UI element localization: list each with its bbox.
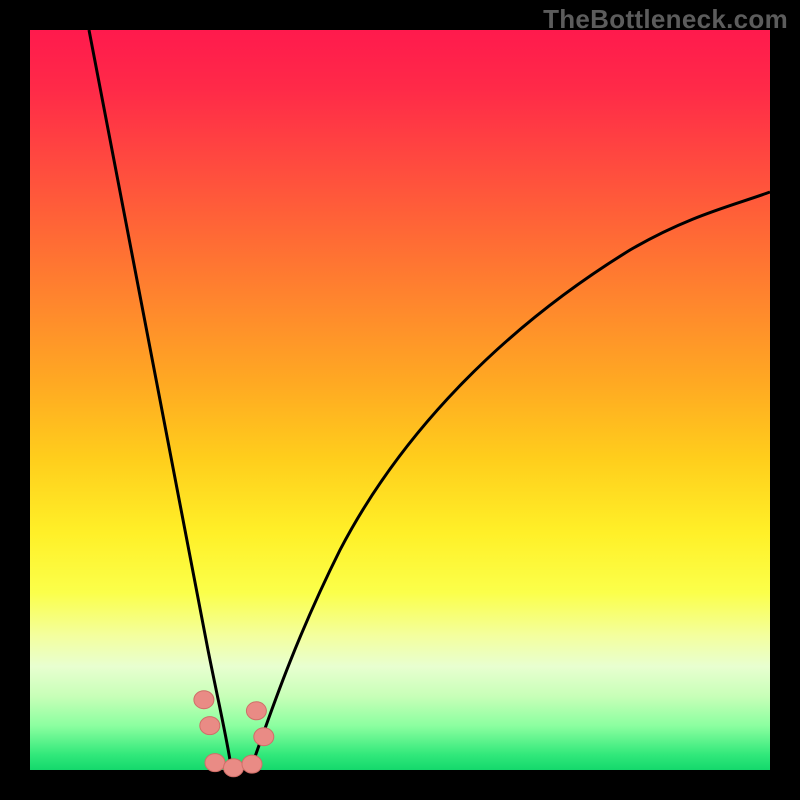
marker-trough-c	[242, 755, 262, 773]
marker-trough-b	[224, 759, 244, 777]
marker-left-cluster-b	[200, 717, 220, 735]
marker-right-cluster-a	[246, 702, 266, 720]
watermark-text: TheBottleneck.com	[543, 4, 788, 35]
outer-frame: TheBottleneck.com	[0, 0, 800, 800]
marker-right-cluster-b	[254, 728, 274, 746]
marker-left-cluster-a	[194, 691, 214, 709]
curve-layer	[30, 30, 770, 770]
marker-group	[194, 691, 274, 777]
curve-group	[89, 30, 770, 765]
marker-trough-a	[205, 754, 225, 772]
right-branch-curve	[252, 192, 770, 765]
left-branch-curve	[89, 30, 230, 760]
